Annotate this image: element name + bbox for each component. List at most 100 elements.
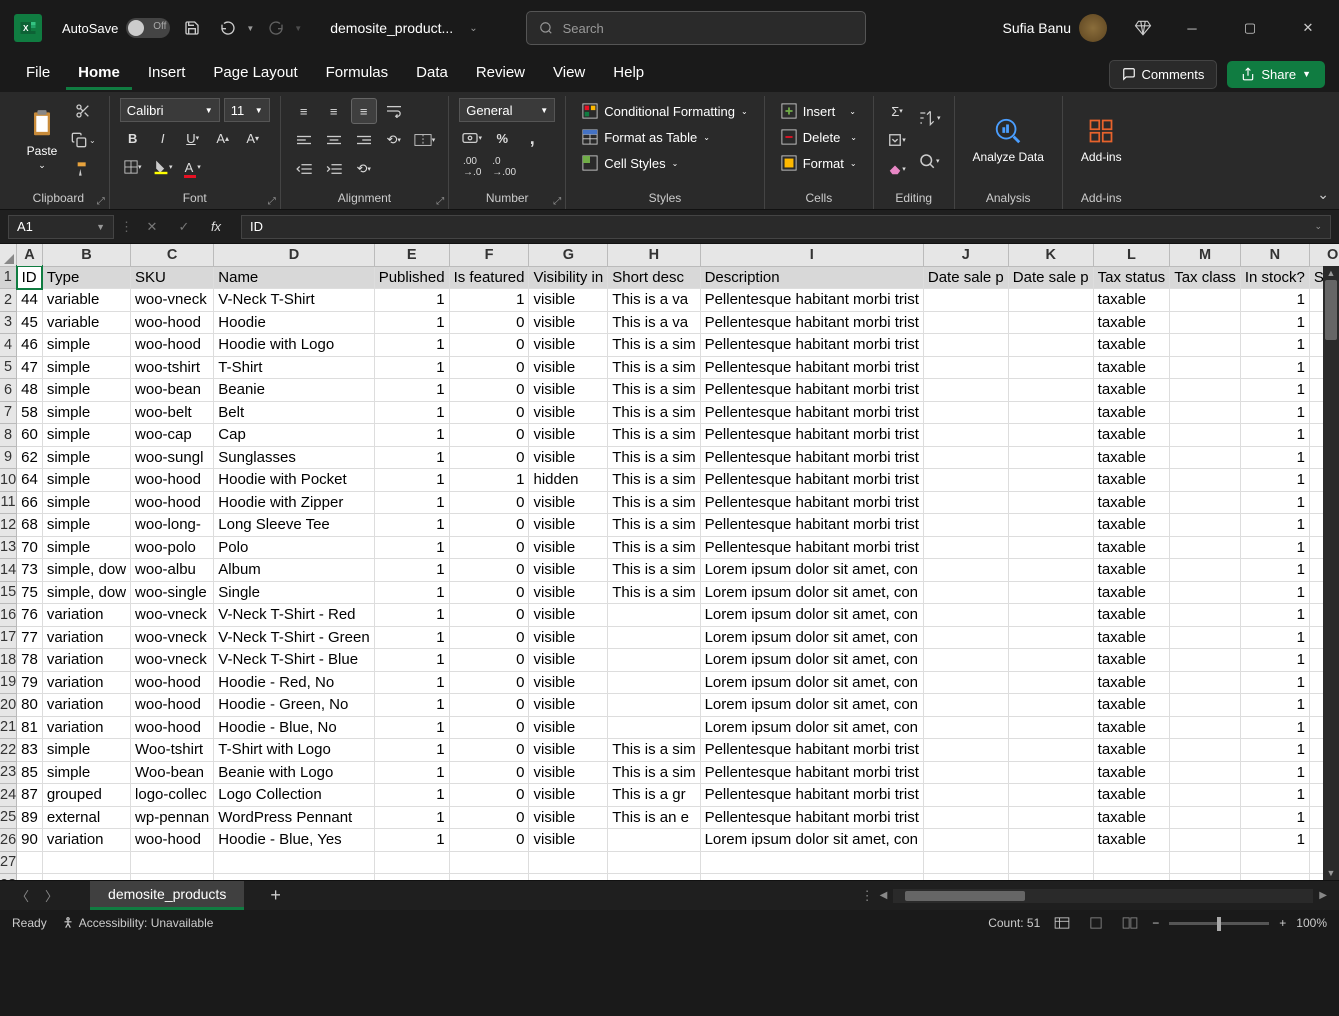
cell-L3[interactable]: taxable [1093,311,1170,334]
col-header-H[interactable]: H [608,244,700,266]
copy-button[interactable]: ⌄ [68,127,99,153]
cell-G17[interactable]: visible [529,626,608,649]
cell-E22[interactable]: 1 [374,739,449,762]
cell-L25[interactable]: taxable [1093,806,1170,829]
row-header-14[interactable]: 14 [0,559,17,582]
cell-B18[interactable]: variation [42,649,130,672]
cell-G13[interactable]: visible [529,536,608,559]
font-launcher[interactable]: ⤢ [268,196,276,207]
cell-C25[interactable]: wp-pennan [131,806,214,829]
cell-L19[interactable]: taxable [1093,671,1170,694]
cell-G10[interactable]: hidden [529,469,608,492]
cell-C23[interactable]: Woo-bean [131,761,214,784]
cell-L28[interactable] [1093,874,1170,881]
cell-E28[interactable] [374,874,449,881]
col-header-D[interactable]: D [214,244,374,266]
cell-E19[interactable]: 1 [374,671,449,694]
row-header-21[interactable]: 21 [0,716,17,739]
cell-J8[interactable] [923,424,1008,447]
zoom-out-button[interactable]: − [1152,916,1159,930]
cell-C16[interactable]: woo-vneck [131,604,214,627]
cell-H4[interactable]: This is a sim [608,334,700,357]
cell-G27[interactable] [529,851,608,874]
font-size-combo[interactable]: 11▼ [224,98,270,122]
cell-C9[interactable]: woo-sungl [131,446,214,469]
cell-D2[interactable]: V-Neck T-Shirt [214,289,374,312]
cell-F24[interactable]: 0 [449,784,529,807]
cell-L27[interactable] [1093,851,1170,874]
row-header-5[interactable]: 5 [0,356,17,379]
cell-E3[interactable]: 1 [374,311,449,334]
cell-C17[interactable]: woo-vneck [131,626,214,649]
cell-H19[interactable] [608,671,700,694]
cell-A3[interactable]: 45 [17,311,43,334]
cell-B11[interactable]: simple [42,491,130,514]
cell-C21[interactable]: woo-hood [131,716,214,739]
increase-font-button[interactable]: A▴ [210,125,236,151]
font-color-button[interactable]: A▾ [180,154,206,180]
cell-D1[interactable]: Name [214,266,374,289]
cell-L16[interactable]: taxable [1093,604,1170,627]
col-header-J[interactable]: J [923,244,1008,266]
cell-I3[interactable]: Pellentesque habitant morbi trist [700,311,923,334]
merge-button[interactable]: ▾ [411,127,439,153]
row-header-2[interactable]: 2 [0,289,17,312]
cell-B23[interactable]: simple [42,761,130,784]
formula-input[interactable]: ID⌄ [241,215,1331,239]
cell-D19[interactable]: Hoodie - Red, No [214,671,374,694]
cell-A19[interactable]: 79 [17,671,43,694]
cell-A16[interactable]: 76 [17,604,43,627]
cell-B1[interactable]: Type [42,266,130,289]
tab-home[interactable]: Home [66,58,132,90]
cell-G7[interactable]: visible [529,401,608,424]
cell-D25[interactable]: WordPress Pennant [214,806,374,829]
cell-G6[interactable]: visible [529,379,608,402]
cell-I19[interactable]: Lorem ipsum dolor sit amet, con [700,671,923,694]
cell-H28[interactable] [608,874,700,881]
align-left-button[interactable] [291,127,317,153]
user-account[interactable]: Sufia Banu [1003,14,1108,42]
cell-L13[interactable]: taxable [1093,536,1170,559]
cell-M20[interactable] [1170,694,1241,717]
cell-M6[interactable] [1170,379,1241,402]
zoom-in-button[interactable]: + [1279,916,1286,930]
cell-L1[interactable]: Tax status [1093,266,1170,289]
cell-M27[interactable] [1170,851,1241,874]
cell-K14[interactable] [1008,559,1093,582]
cell-M2[interactable] [1170,289,1241,312]
row-header-23[interactable]: 23 [0,761,17,784]
borders-button[interactable]: ▾ [120,154,146,180]
cell-J13[interactable] [923,536,1008,559]
cancel-formula-button[interactable]: ✕ [139,214,165,240]
italic-button[interactable]: I [150,125,176,151]
cell-F9[interactable]: 0 [449,446,529,469]
cell-J1[interactable]: Date sale p [923,266,1008,289]
cell-C15[interactable]: woo-single [131,581,214,604]
cell-I24[interactable]: Pellentesque habitant morbi trist [700,784,923,807]
bold-button[interactable]: B [120,125,146,151]
cell-I9[interactable]: Pellentesque habitant morbi trist [700,446,923,469]
cell-N12[interactable]: 1 [1240,514,1309,537]
cell-C3[interactable]: woo-hood [131,311,214,334]
cell-A5[interactable]: 47 [17,356,43,379]
cell-F15[interactable]: 0 [449,581,529,604]
cell-L22[interactable]: taxable [1093,739,1170,762]
cell-G5[interactable]: visible [529,356,608,379]
cell-K21[interactable] [1008,716,1093,739]
filename-dropdown[interactable]: ⌄ [469,23,477,34]
fill-color-button[interactable]: ▾ [150,154,176,180]
col-header-G[interactable]: G [529,244,608,266]
cell-L18[interactable]: taxable [1093,649,1170,672]
minimize-button[interactable]: ─ [1169,12,1215,44]
cell-G4[interactable]: visible [529,334,608,357]
cell-J23[interactable] [923,761,1008,784]
cell-K10[interactable] [1008,469,1093,492]
cell-G12[interactable]: visible [529,514,608,537]
cell-L10[interactable]: taxable [1093,469,1170,492]
cell-G16[interactable]: visible [529,604,608,627]
row-header-27[interactable]: 27 [0,851,17,874]
cell-A8[interactable]: 60 [17,424,43,447]
col-header-E[interactable]: E [374,244,449,266]
cell-D24[interactable]: Logo Collection [214,784,374,807]
cell-C28[interactable] [131,874,214,881]
